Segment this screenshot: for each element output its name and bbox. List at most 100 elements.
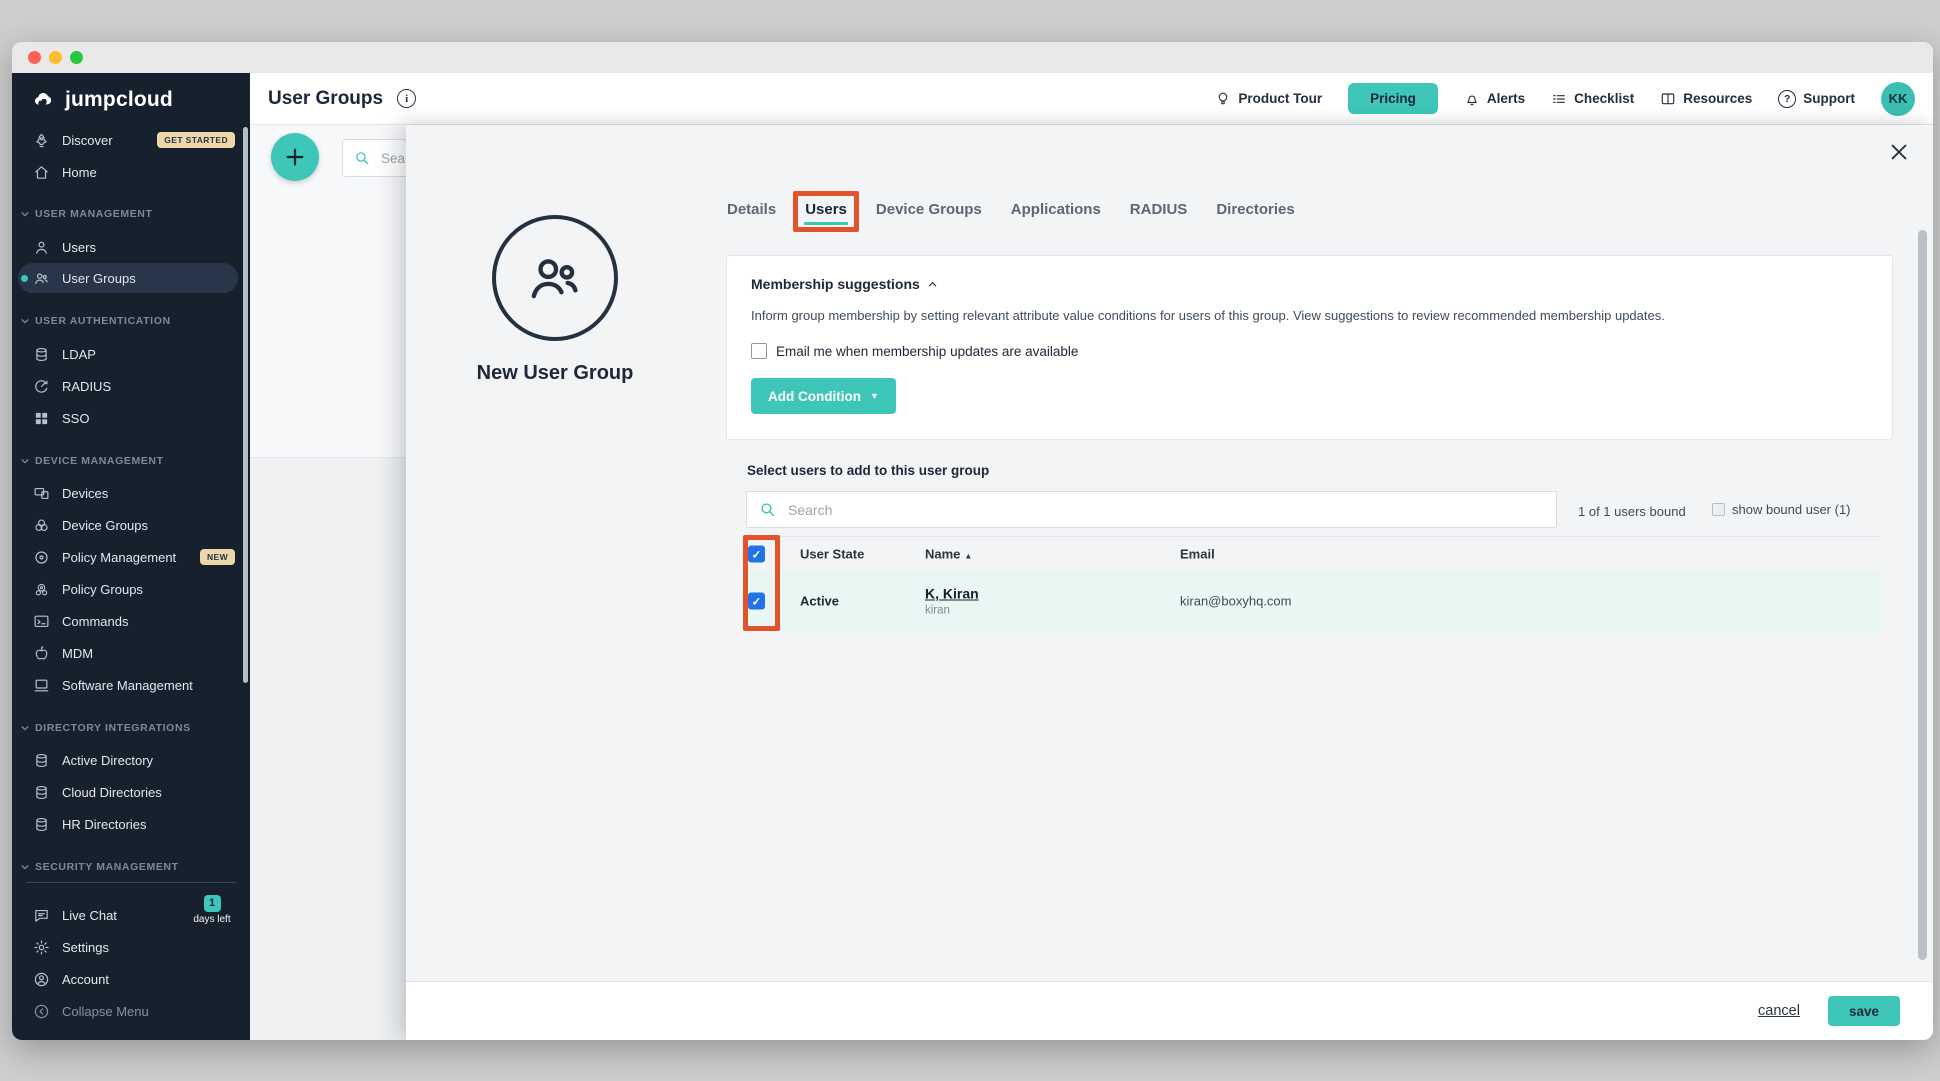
chevron-up-icon — [927, 279, 938, 290]
new-badge: NEW — [200, 549, 235, 565]
sidebar-item-ldap[interactable]: LDAP — [12, 341, 250, 367]
sidebar-item-account[interactable]: Account — [12, 966, 250, 992]
zoom-window-button[interactable] — [70, 51, 83, 64]
email-updates-checkbox[interactable] — [751, 343, 767, 359]
account-icon — [33, 971, 50, 988]
save-button[interactable]: save — [1828, 996, 1900, 1026]
column-header-user-state[interactable]: User State — [800, 547, 864, 562]
info-icon[interactable]: i — [397, 89, 416, 108]
sidebar-item-discover[interactable]: Discover GET STARTED — [12, 127, 250, 153]
annotation-highlight-users-tab — [793, 191, 859, 232]
product-tour-button[interactable]: Product Tour — [1215, 91, 1322, 107]
tab-applications[interactable]: Applications — [1011, 201, 1101, 218]
device-groups-icon — [33, 517, 50, 534]
sidebar: jumpcloud Discover GET STARTED Home USER… — [12, 73, 250, 1040]
user-username: kiran — [925, 605, 979, 617]
tab-details[interactable]: Details — [727, 201, 776, 218]
sidebar-item-device-groups[interactable]: Device Groups — [12, 512, 250, 538]
close-window-button[interactable] — [28, 51, 41, 64]
policy-groups-icon — [33, 581, 50, 598]
tab-device-groups[interactable]: Device Groups — [876, 201, 982, 218]
trial-days-badge: 1 days left — [184, 895, 240, 925]
checklist-button[interactable]: Checklist — [1551, 91, 1634, 107]
commands-icon — [33, 613, 50, 630]
sidebar-item-policy-management[interactable]: Policy Management NEW — [12, 544, 250, 570]
close-icon[interactable] — [1888, 141, 1910, 163]
chevron-down-icon — [20, 456, 30, 466]
tab-users[interactable]: Users — [805, 201, 847, 218]
book-icon — [1660, 91, 1676, 107]
radius-icon — [33, 378, 50, 395]
checklist-icon — [1551, 91, 1567, 107]
sidebar-section-device-management[interactable]: DEVICE MANAGEMENT — [20, 455, 164, 467]
annotation-highlight-checkbox-column — [743, 535, 780, 631]
sidebar-item-hr-directories[interactable]: HR Directories — [12, 811, 250, 837]
membership-suggestions-toggle[interactable]: Membership suggestions — [751, 276, 938, 292]
ldap-icon — [33, 346, 50, 363]
sidebar-item-active-directory[interactable]: Active Directory — [12, 747, 250, 773]
active-item-dot — [21, 275, 28, 282]
sidebar-section-security-management[interactable]: SECURITY MANAGEMENT — [20, 861, 179, 873]
user-email: kiran@boxyhq.com — [1180, 594, 1291, 609]
page-title: User Groups — [268, 88, 383, 110]
sidebar-item-collapse-menu[interactable]: Collapse Menu — [12, 998, 250, 1024]
users-table: ✓ User State Name▲ Email ✓ Active K, Kir… — [740, 536, 1880, 631]
group-name-title: New User Group — [430, 362, 680, 385]
tab-directories[interactable]: Directories — [1216, 201, 1294, 218]
support-button[interactable]: ? Support — [1778, 90, 1855, 108]
sidebar-item-users[interactable]: Users — [12, 234, 250, 260]
sidebar-item-settings[interactable]: Settings — [12, 934, 250, 960]
pricing-button[interactable]: Pricing — [1348, 83, 1438, 114]
mdm-icon — [33, 645, 50, 662]
sort-ascending-icon: ▲ — [964, 552, 972, 561]
sidebar-section-directory-integrations[interactable]: DIRECTORY INTEGRATIONS — [20, 722, 191, 734]
search-icon — [759, 501, 776, 518]
sidebar-item-home[interactable]: Home — [12, 159, 250, 185]
devices-icon — [33, 485, 50, 502]
email-updates-option: Email me when membership updates are ava… — [751, 343, 1078, 359]
sidebar-item-user-groups[interactable]: User Groups — [12, 265, 250, 291]
add-user-group-button[interactable] — [271, 133, 319, 181]
users-search-box[interactable] — [746, 491, 1557, 528]
table-row[interactable]: ✓ Active K, Kiran kiran kiran@boxyhq.com — [740, 571, 1880, 631]
discover-icon — [33, 132, 50, 149]
users-search-input[interactable] — [786, 501, 1544, 519]
sidebar-section-user-authentication[interactable]: USER AUTHENTICATION — [20, 315, 171, 327]
sidebar-item-cloud-directories[interactable]: Cloud Directories — [12, 779, 250, 805]
column-header-email[interactable]: Email — [1180, 547, 1215, 562]
drawer-scrollbar[interactable] — [1918, 230, 1927, 960]
chevron-down-icon — [20, 209, 30, 219]
sidebar-item-devices[interactable]: Devices — [12, 480, 250, 506]
sidebar-item-policy-groups[interactable]: Policy Groups — [12, 576, 250, 602]
sidebar-scrollbar[interactable] — [243, 127, 248, 683]
add-condition-button[interactable]: Add Condition ▼ — [751, 378, 896, 414]
jumpcloud-logo-text: jumpcloud — [65, 88, 173, 112]
sidebar-item-software-management[interactable]: Software Management — [12, 672, 250, 698]
column-header-name[interactable]: Name▲ — [925, 547, 972, 562]
jumpcloud-logo: jumpcloud — [28, 83, 173, 117]
sidebar-item-sso[interactable]: SSO — [12, 405, 250, 431]
user-name-link[interactable]: K, Kiran — [925, 586, 979, 602]
cancel-button[interactable]: cancel — [1758, 1003, 1800, 1019]
users-icon — [33, 239, 50, 256]
tab-radius[interactable]: RADIUS — [1130, 201, 1188, 218]
sidebar-item-commands[interactable]: Commands — [12, 608, 250, 634]
sso-icon — [33, 410, 50, 427]
user-state-value: Active — [800, 594, 839, 609]
sidebar-divider — [26, 882, 236, 883]
sidebar-section-user-management[interactable]: USER MANAGEMENT — [20, 208, 153, 220]
resources-button[interactable]: Resources — [1660, 91, 1752, 107]
trial-days-count: 1 — [204, 895, 221, 912]
user-groups-icon — [33, 270, 50, 287]
sidebar-item-mdm[interactable]: MDM — [12, 640, 250, 666]
minimize-window-button[interactable] — [49, 51, 62, 64]
app-window: jumpcloud Discover GET STARTED Home USER… — [12, 42, 1933, 1040]
user-group-icon — [524, 247, 586, 309]
user-avatar[interactable]: KK — [1881, 82, 1915, 116]
sidebar-item-label: Home — [62, 165, 97, 180]
sidebar-item-radius[interactable]: RADIUS — [12, 373, 250, 399]
get-started-badge: GET STARTED — [157, 132, 235, 148]
cloud-directories-icon — [33, 784, 50, 801]
alerts-button[interactable]: Alerts — [1464, 91, 1525, 107]
show-bound-user-checkbox[interactable] — [1712, 503, 1725, 516]
